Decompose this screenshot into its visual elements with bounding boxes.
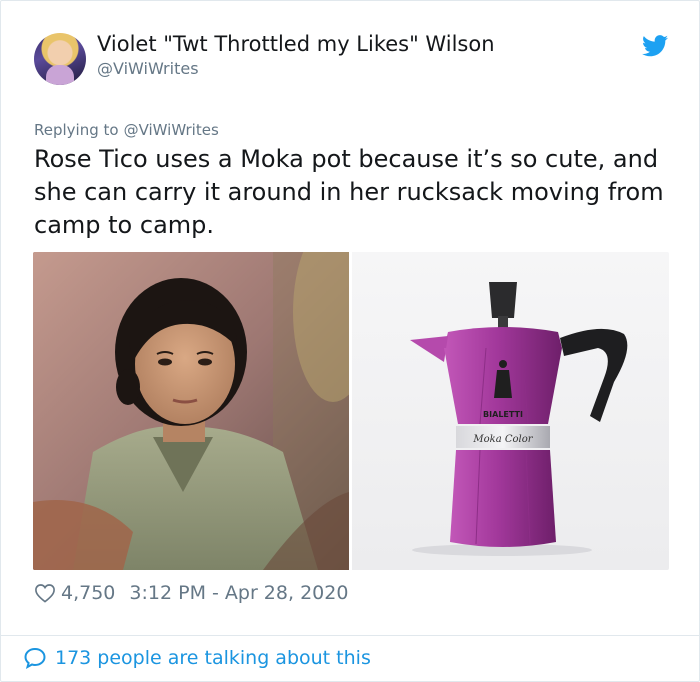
twitter-bird-icon[interactable] (642, 35, 668, 57)
divider (1, 635, 699, 636)
speech-bubble-icon (24, 647, 46, 670)
pot-model-label: Moka Color (472, 434, 533, 445)
tweet-meta: 4,750 3:12 PM - Apr 28, 2020 (34, 582, 348, 604)
heart-icon[interactable] (34, 583, 56, 603)
talking-count[interactable]: 173 people are talking about this (55, 647, 371, 669)
moka-pot-photo[interactable]: BIALETTI Moka Color (352, 252, 669, 570)
reply-context: Replying to @ViWiWrites (34, 121, 219, 139)
pot-brand-label: BIALETTI (483, 410, 523, 419)
tweet-timestamp[interactable]: 3:12 PM - Apr 28, 2020 (129, 582, 348, 604)
avatar[interactable] (34, 33, 86, 85)
reply-label: Replying to (34, 121, 119, 139)
author-name[interactable]: Violet "Twt Throttled my Likes" Wilson (97, 32, 495, 56)
like-count[interactable]: 4,750 (61, 582, 115, 604)
character-photo[interactable] (33, 252, 349, 570)
author-handle[interactable]: @ViWiWrites (97, 59, 199, 78)
conversation-link[interactable]: 173 people are talking about this (23, 646, 371, 670)
tweet-text: Rose Tico uses a Moka pot because it’s s… (34, 145, 664, 239)
tweet-card: Violet "Twt Throttled my Likes" Wilson @… (0, 0, 700, 682)
tweet-media[interactable]: BIALETTI Moka Color (33, 252, 669, 570)
reply-handle-link[interactable]: @ViWiWrites (124, 121, 219, 139)
